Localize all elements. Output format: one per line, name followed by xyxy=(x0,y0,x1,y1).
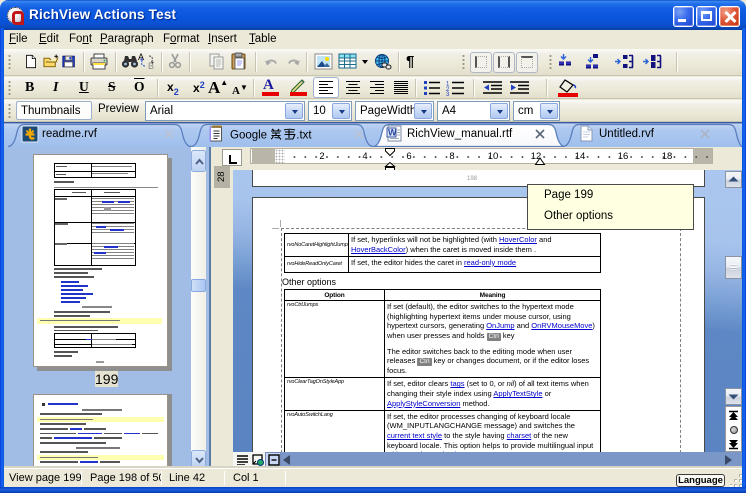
svg-text:W: W xyxy=(388,128,397,138)
svg-text:3: 3 xyxy=(446,92,450,96)
svg-text:A: A xyxy=(138,52,144,62)
